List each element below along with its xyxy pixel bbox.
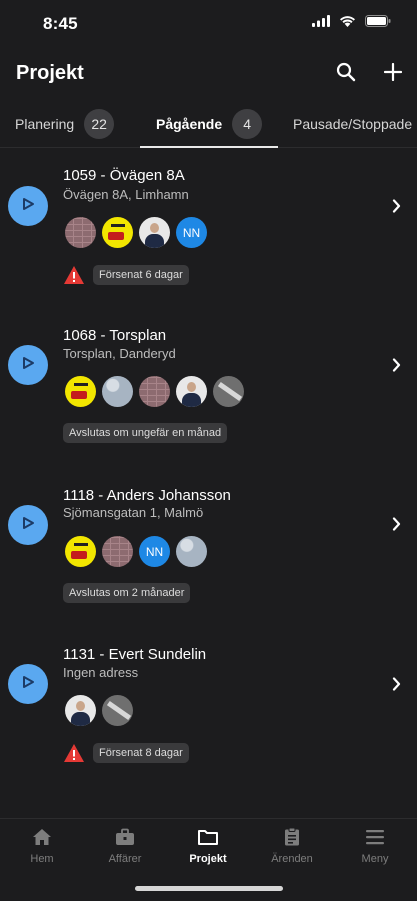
status-row: Försenat 8 dagar: [63, 743, 189, 763]
status-time: 8:45: [43, 14, 78, 33]
nav-label: Affärer: [108, 853, 142, 865]
nav-affarer[interactable]: Affärer: [90, 827, 160, 865]
avatar: NN: [176, 217, 207, 248]
status-bar: 8:45: [0, 0, 417, 46]
menu-icon: [364, 827, 386, 850]
tab-count-badge: 4: [232, 109, 263, 139]
team-avatars: NN: [65, 217, 207, 248]
tab-label: Pausade/Stoppade: [293, 116, 413, 132]
team-avatars: [65, 376, 244, 407]
nav-arenden[interactable]: Ärenden: [257, 827, 327, 865]
status-badge: Avslutas om 2 månader: [63, 583, 191, 603]
team-avatars: NN: [65, 536, 207, 567]
project-title: 1059 - Övägen 8A: [63, 167, 185, 184]
project-tabs: Planering 22 Pågående 4 Pausade/Stoppade: [0, 103, 417, 148]
status-badge: Försenat 6 dagar: [93, 265, 189, 285]
avatar: [65, 376, 96, 407]
search-icon: [336, 62, 356, 87]
nav-meny[interactable]: Meny: [340, 827, 410, 865]
warning-icon: [63, 265, 85, 285]
project-address: Ingen adress: [63, 665, 139, 680]
nav-label: Projekt: [189, 853, 227, 865]
wifi-icon: [339, 14, 356, 32]
nav-label: Hem: [30, 853, 54, 865]
add-project-button[interactable]: [381, 62, 405, 86]
play-icon: [21, 516, 35, 535]
tab-pausade-stoppade[interactable]: Pausade/Stoppade: [293, 103, 412, 145]
signal-icon: [312, 14, 330, 32]
page-title: Projekt: [16, 62, 84, 84]
avatar: [139, 217, 170, 248]
tab-label: Planering: [15, 116, 75, 132]
project-card-1059[interactable]: 1059 - Övägen 8A Övägen 8A, Limhamn NN F…: [0, 158, 417, 308]
play-button[interactable]: [8, 505, 48, 545]
avatar: [176, 376, 207, 407]
tab-label: Pågående: [156, 116, 223, 132]
clipboard-icon: [281, 827, 303, 850]
team-avatars: [65, 695, 133, 726]
project-title: 1068 - Torsplan: [63, 327, 167, 344]
project-address: Torsplan, Danderyd: [63, 346, 176, 361]
nav-label: Ärenden: [271, 853, 313, 865]
briefcase-icon: [114, 827, 136, 850]
project-card-1068[interactable]: 1068 - Torsplan Torsplan, Danderyd Avslu…: [0, 318, 417, 468]
project-address: Övägen 8A, Limhamn: [63, 187, 189, 202]
status-row: Avslutas om 2 månader: [63, 583, 191, 603]
avatar: [102, 217, 133, 248]
folder-icon: [197, 827, 219, 850]
project-title: 1118 - Anders Johansson: [63, 487, 231, 504]
status-badge: Försenat 8 dagar: [93, 743, 189, 763]
warning-icon: [63, 743, 85, 763]
status-row: Försenat 6 dagar: [63, 265, 189, 285]
project-title: 1131 - Evert Sundelin: [63, 646, 207, 663]
avatar: [176, 536, 207, 567]
play-button[interactable]: [8, 186, 48, 226]
avatar: [213, 376, 244, 407]
chevron-right-icon: [389, 514, 403, 534]
tab-count-badge: 22: [84, 109, 115, 139]
battery-icon: [365, 14, 391, 32]
avatar: [65, 695, 96, 726]
project-address: Sjömansgatan 1, Malmö: [63, 505, 204, 520]
plus-icon: [383, 62, 403, 86]
status-row: Avslutas om ungefär en månad: [63, 423, 228, 443]
status-badge: Avslutas om ungefär en månad: [63, 423, 228, 443]
tab-planering[interactable]: Planering 22: [15, 103, 115, 145]
nav-projekt[interactable]: Projekt: [173, 827, 243, 865]
search-button[interactable]: [334, 62, 358, 86]
play-icon: [21, 356, 35, 375]
play-icon: [21, 197, 35, 216]
project-card-1131[interactable]: 1131 - Evert Sundelin Ingen adress Förse…: [0, 637, 417, 787]
play-button[interactable]: [8, 345, 48, 385]
project-card-1118[interactable]: 1118 - Anders Johansson Sjömansgatan 1, …: [0, 478, 417, 628]
home-icon: [31, 827, 53, 850]
status-icons: [312, 14, 391, 32]
avatar: [102, 536, 133, 567]
nav-hem[interactable]: Hem: [7, 827, 77, 865]
chevron-right-icon: [389, 674, 403, 694]
play-button[interactable]: [8, 664, 48, 704]
avatar: [65, 536, 96, 567]
avatar: [102, 695, 133, 726]
nav-label: Meny: [361, 853, 389, 865]
avatar: [102, 376, 133, 407]
home-indicator: [135, 886, 283, 891]
chevron-right-icon: [389, 196, 403, 216]
avatar: [139, 376, 170, 407]
play-icon: [21, 675, 35, 694]
avatar: [65, 217, 96, 248]
chevron-right-icon: [389, 355, 403, 375]
active-tab-indicator: [140, 146, 278, 148]
tab-pagaende[interactable]: Pågående 4: [156, 103, 263, 145]
avatar: NN: [139, 536, 170, 567]
app-header: Projekt: [0, 50, 417, 98]
